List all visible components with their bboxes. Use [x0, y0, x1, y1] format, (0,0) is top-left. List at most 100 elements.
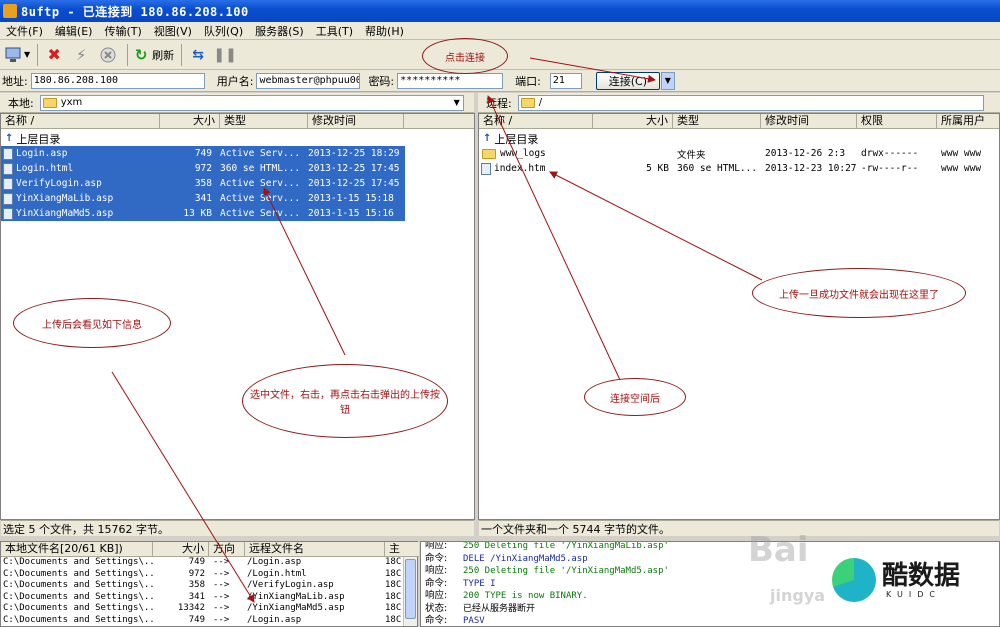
queue-scrollbar[interactable]: [403, 557, 417, 626]
port-input[interactable]: 21: [549, 72, 582, 89]
baidu-watermark: Bai: [748, 530, 809, 570]
pause-button[interactable]: ❚❚: [213, 43, 237, 67]
queue-remote-file: /Login.asp: [247, 614, 302, 625]
queue-row[interactable]: C:\Documents and Settings\... 749 --> /Logi…: [1, 557, 405, 569]
col-type[interactable]: 类型: [220, 114, 308, 128]
menu-edit[interactable]: 编辑(E): [49, 23, 99, 39]
file-name-cell: Login.html: [1, 162, 160, 175]
title-bar: 8uftp - 已连接到 180.86.208.100: [0, 0, 1000, 22]
file-owner: www www: [941, 148, 982, 159]
stop-button[interactable]: [96, 43, 120, 67]
local-file-row[interactable]: Login.asp 749 Active Serv... 2013-12-25 18:…: [1, 146, 405, 161]
app-icon: [3, 4, 17, 18]
col-name[interactable]: 名称 /: [1, 114, 160, 128]
log-kind: 命令:: [425, 552, 448, 564]
transfer-queue[interactable]: 本地文件名[20/61 KB]) 大小 方向 远程文件名 主 C:\Docume…: [0, 541, 419, 627]
file-type: Active Serv...: [220, 148, 301, 159]
menu-help[interactable]: 帮助(H): [359, 23, 410, 39]
queue-local-file: C:\Documents and Settings\...: [3, 568, 153, 579]
password-input[interactable]: **********: [397, 72, 504, 89]
jingyan-watermark: jingya: [770, 586, 826, 605]
menu-view[interactable]: 视图(V): [148, 23, 198, 39]
col-name[interactable]: 名称 /: [479, 114, 593, 128]
queue-direction: -->: [213, 568, 230, 579]
file-name: YinXiangMaMd5.asp: [16, 208, 114, 219]
toolbar-separator: [37, 43, 39, 66]
queue-row[interactable]: C:\Documents and Settings\... 749 --> /Logi…: [1, 615, 405, 627]
file-modified: 2013-12-25 17:45: [308, 178, 400, 189]
annotation-upload-success: 上传一旦成功文件就会出现在这里了: [752, 268, 966, 318]
col-size[interactable]: 大小: [153, 542, 209, 556]
remote-file-pane[interactable]: 名称 / 大小 类型 修改时间 权限 所属用户 ↑ 上层目录 www_logs 文…: [478, 113, 1000, 536]
file-name-cell: YinXiangMaLib.asp: [1, 192, 160, 205]
menu-bar: 文件(F) 编辑(E) 传输(T) 视图(V) 队列(Q) 服务器(S) 工具(…: [0, 22, 1000, 40]
local-file-row[interactable]: YinXiangMaMd5.asp 13 KB Active Serv... 2013…: [1, 206, 405, 221]
site-manager-button[interactable]: ▼: [4, 43, 30, 67]
queue-size: 749: [188, 557, 205, 567]
file-name-cell: YinXiangMaMd5.asp: [1, 207, 160, 220]
col-size[interactable]: 大小: [593, 114, 673, 128]
file-name-cell: www_logs: [479, 148, 593, 159]
col-permissions[interactable]: 权限: [857, 114, 937, 128]
file-permissions: -rw----r--: [861, 163, 919, 174]
computer-icon: [4, 46, 22, 64]
queue-direction: -->: [213, 603, 230, 614]
queue-row[interactable]: C:\Documents and Settings\... 341 --> /YinX…: [1, 592, 405, 604]
user-label: 用户名:: [216, 74, 254, 88]
address-input[interactable]: 180.86.208.100: [30, 72, 205, 89]
log-line: 响应: 250 Deleting file '/YinXiangMaLib.asp…: [421, 542, 999, 553]
local-file-row[interactable]: VerifyLogin.asp 358 Active Serv... 2013-12-…: [1, 176, 405, 191]
local-file-row[interactable]: YinXiangMaLib.asp 341 Active Serv... 2013-1…: [1, 191, 405, 206]
local-file-row[interactable]: Login.html 972 360 se HTML... 2013-12-25 17…: [1, 161, 405, 176]
file-icon: [3, 162, 13, 175]
file-type: Active Serv...: [220, 208, 301, 219]
remote-file-row[interactable]: index.htm 5 KB 360 se HTML... 2013-12-23 10…: [479, 161, 999, 176]
username-input[interactable]: webmaster@phpuu009.: [256, 72, 361, 89]
folder-icon: [42, 97, 57, 108]
menu-tools[interactable]: 工具(T): [310, 23, 359, 39]
refresh-button[interactable]: ↻ 刷新: [132, 43, 174, 67]
queue-row[interactable]: C:\Documents and Settings\... 972 --> /Logi…: [1, 569, 405, 581]
queue-local-file: C:\Documents and Settings\...: [3, 557, 153, 567]
scrollbar-thumb[interactable]: [405, 559, 416, 619]
log-kind: 命令:: [425, 615, 448, 626]
col-owner[interactable]: 所属用户: [937, 114, 999, 128]
col-size[interactable]: 大小: [160, 114, 220, 128]
up-directory-row[interactable]: ↑ 上层目录: [479, 131, 999, 146]
menu-queue[interactable]: 队列(Q): [198, 23, 249, 39]
col-type[interactable]: 类型: [673, 114, 761, 128]
up-directory-row[interactable]: ↑ 上层目录: [1, 131, 474, 146]
queue-host: 18C: [385, 603, 402, 614]
connect-dropdown-icon[interactable]: ▼: [660, 71, 675, 90]
col-remote-file[interactable]: 远程文件名: [245, 542, 385, 556]
quick-connect-button[interactable]: ⚡: [69, 43, 93, 67]
local-path-input[interactable]: yxm ▼: [39, 94, 464, 111]
queue-direction: -->: [213, 614, 230, 625]
queue-local-file: C:\Documents and Settings\...: [3, 580, 153, 591]
queue-remote-file: /YinXiangMaMd5.asp: [247, 603, 345, 614]
transfer-button[interactable]: ⇆: [186, 43, 210, 67]
remote-path-input[interactable]: /: [517, 94, 984, 111]
col-host[interactable]: 主: [385, 542, 419, 556]
col-modified[interactable]: 修改时间: [761, 114, 857, 128]
connect-button[interactable]: 连接(C): [595, 71, 660, 90]
queue-row[interactable]: C:\Documents and Settings\... 358 --> /Veri…: [1, 580, 405, 592]
queue-host: 18C: [385, 591, 402, 602]
folder-icon: [482, 148, 496, 159]
menu-transfer[interactable]: 传输(T): [98, 23, 147, 39]
local-column-header: 名称 / 大小 类型 修改时间: [1, 114, 474, 129]
toolbar-separator: [181, 43, 183, 66]
col-modified[interactable]: 修改时间: [308, 114, 404, 128]
menu-file[interactable]: 文件(F): [0, 23, 49, 39]
chevron-down-icon: ▼: [24, 50, 31, 59]
file-type: 360 se HTML...: [220, 163, 301, 174]
delete-button[interactable]: ✖: [42, 43, 66, 67]
remote-file-row[interactable]: www_logs 文件夹 2013-12-26 2:3 drwx------ www w…: [479, 146, 999, 161]
menu-server[interactable]: 服务器(S): [249, 23, 310, 39]
remote-file-list: ↑ 上层目录 www_logs 文件夹 2013-12-26 2:3 drwx----…: [479, 131, 999, 176]
queue-list: C:\Documents and Settings\... 749 --> /Logi…: [1, 557, 405, 627]
transfer-arrows-icon: ⇆: [192, 46, 205, 63]
queue-row[interactable]: C:\Documents and Settings\... 13342 --> /Yi…: [1, 603, 405, 615]
col-local-file[interactable]: 本地文件名[20/61 KB]): [1, 542, 153, 556]
col-direction[interactable]: 方向: [209, 542, 245, 556]
